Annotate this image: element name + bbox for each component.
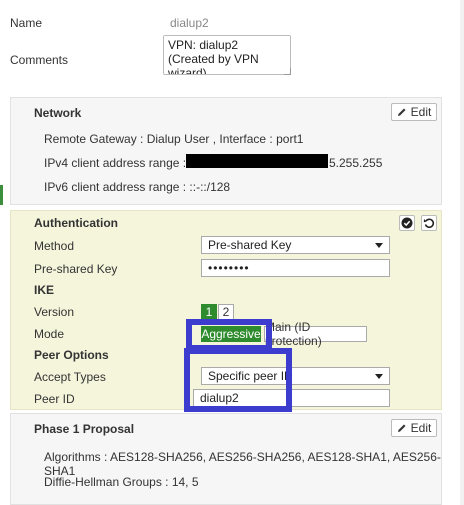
peer-options-heading: Peer Options bbox=[34, 348, 109, 362]
method-select[interactable]: Pre-shared Key bbox=[201, 236, 390, 254]
network-edit-button[interactable]: Edit bbox=[391, 103, 437, 121]
version-label: Version bbox=[34, 305, 75, 319]
mode-label: Mode bbox=[34, 327, 65, 341]
peer-id-label: Peer ID bbox=[34, 392, 75, 406]
phase1-edit-button[interactable]: Edit bbox=[391, 419, 437, 437]
accept-types-label: Accept Types bbox=[34, 370, 106, 384]
ipv6-range-text: IPv6 client address range : ::-::/128 bbox=[44, 180, 231, 194]
mode-main-option[interactable]: Main (ID protection) bbox=[264, 320, 367, 348]
phase1-section: Phase 1 Proposal Edit Algorithms : AES12… bbox=[10, 413, 442, 505]
phase1-title: Phase 1 Proposal bbox=[34, 422, 135, 436]
psk-label: Pre-shared Key bbox=[34, 262, 118, 276]
dh-groups-text: Diffie-Hellman Groups : 14, 5 bbox=[44, 475, 199, 489]
highlight-box-peer bbox=[184, 348, 292, 412]
redaction-bar bbox=[186, 154, 328, 168]
confirm-button[interactable] bbox=[399, 215, 415, 231]
remote-gateway-text: Remote Gateway : Dialup User , Interface… bbox=[44, 132, 304, 146]
phase1-edit-label: Edit bbox=[410, 421, 432, 435]
name-label: Name bbox=[10, 16, 43, 30]
chevron-down-icon bbox=[375, 373, 383, 379]
left-edge-accent bbox=[0, 185, 3, 205]
pencil-icon bbox=[397, 424, 406, 432]
ipv4-range-suffix: 5.255.255 bbox=[329, 156, 383, 170]
version-1-option[interactable]: 1 bbox=[201, 304, 217, 320]
comments-label: Comments bbox=[10, 53, 69, 67]
right-scrollbar-track[interactable] bbox=[460, 0, 464, 505]
pencil-icon bbox=[397, 108, 406, 116]
psk-input[interactable]: •••••••• bbox=[201, 259, 390, 277]
comments-textarea[interactable] bbox=[163, 35, 291, 75]
version-2-option[interactable]: 2 bbox=[218, 304, 234, 320]
undo-icon bbox=[423, 218, 435, 229]
network-edit-label: Edit bbox=[410, 105, 432, 119]
algorithms-text: Algorithms : AES128-SHA256, AES256-SHA25… bbox=[44, 450, 441, 478]
authentication-title: Authentication bbox=[34, 216, 118, 230]
textarea-resize-grip[interactable] bbox=[284, 68, 291, 75]
check-circle-icon bbox=[401, 217, 413, 229]
chevron-down-icon bbox=[375, 242, 383, 248]
ike-heading: IKE bbox=[34, 283, 55, 297]
network-section: Network Edit Remote Gateway : Dialup Use… bbox=[10, 97, 442, 205]
network-title: Network bbox=[34, 106, 82, 120]
method-label: Method bbox=[34, 239, 75, 253]
highlight-box-mode bbox=[186, 319, 272, 351]
method-select-value: Pre-shared Key bbox=[208, 238, 292, 252]
revert-button[interactable] bbox=[421, 215, 437, 231]
name-value: dialup2 bbox=[170, 16, 209, 30]
